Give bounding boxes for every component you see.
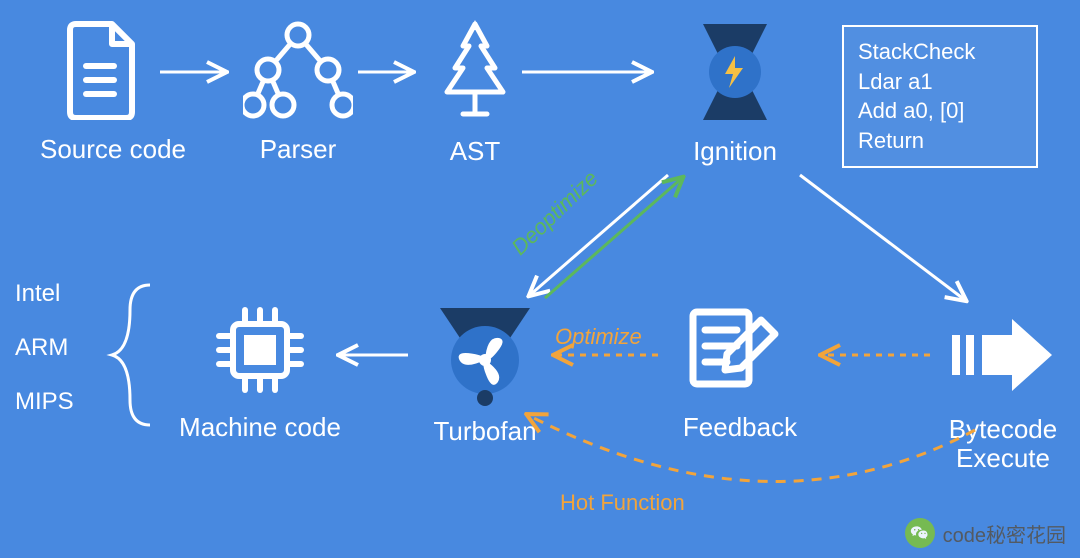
hotfunction-label: Hot Function (560, 490, 685, 516)
optimize-label: Optimize (555, 324, 642, 350)
source-code-label: Source code (40, 134, 160, 165)
ignition-codebox: StackCheck Ldar a1 Add a0, [0] Return (842, 25, 1038, 168)
feedback-icon (665, 300, 815, 400)
turbofan-label: Turbofan (415, 416, 555, 447)
turbofan-icon (415, 298, 555, 408)
arch-mips: MIPS (15, 388, 74, 416)
parser-label: Parser (238, 134, 358, 165)
watermark: code秘密花园 (905, 518, 1066, 548)
ast-icon (420, 18, 530, 126)
bytecode-execute-icon (938, 305, 1068, 405)
ast-label: AST (420, 136, 530, 167)
ignition-icon (665, 18, 805, 126)
deoptimize-label: Deoptimize (506, 165, 603, 260)
arch-arm: ARM (15, 334, 74, 362)
ignition-label: Ignition (665, 136, 805, 167)
source-code-icon (40, 20, 160, 120)
bytecode-execute-label: Bytecode Execute (938, 415, 1068, 472)
arch-intel: Intel (15, 280, 74, 308)
machine-code-label: Machine code (165, 412, 355, 443)
arch-list: Intel ARM MIPS (15, 254, 74, 442)
watermark-text: code秘密花园 (943, 519, 1066, 548)
parser-icon (238, 20, 358, 120)
machine-code-icon (165, 300, 355, 400)
feedback-label: Feedback (665, 412, 815, 443)
wechat-icon (905, 518, 935, 548)
